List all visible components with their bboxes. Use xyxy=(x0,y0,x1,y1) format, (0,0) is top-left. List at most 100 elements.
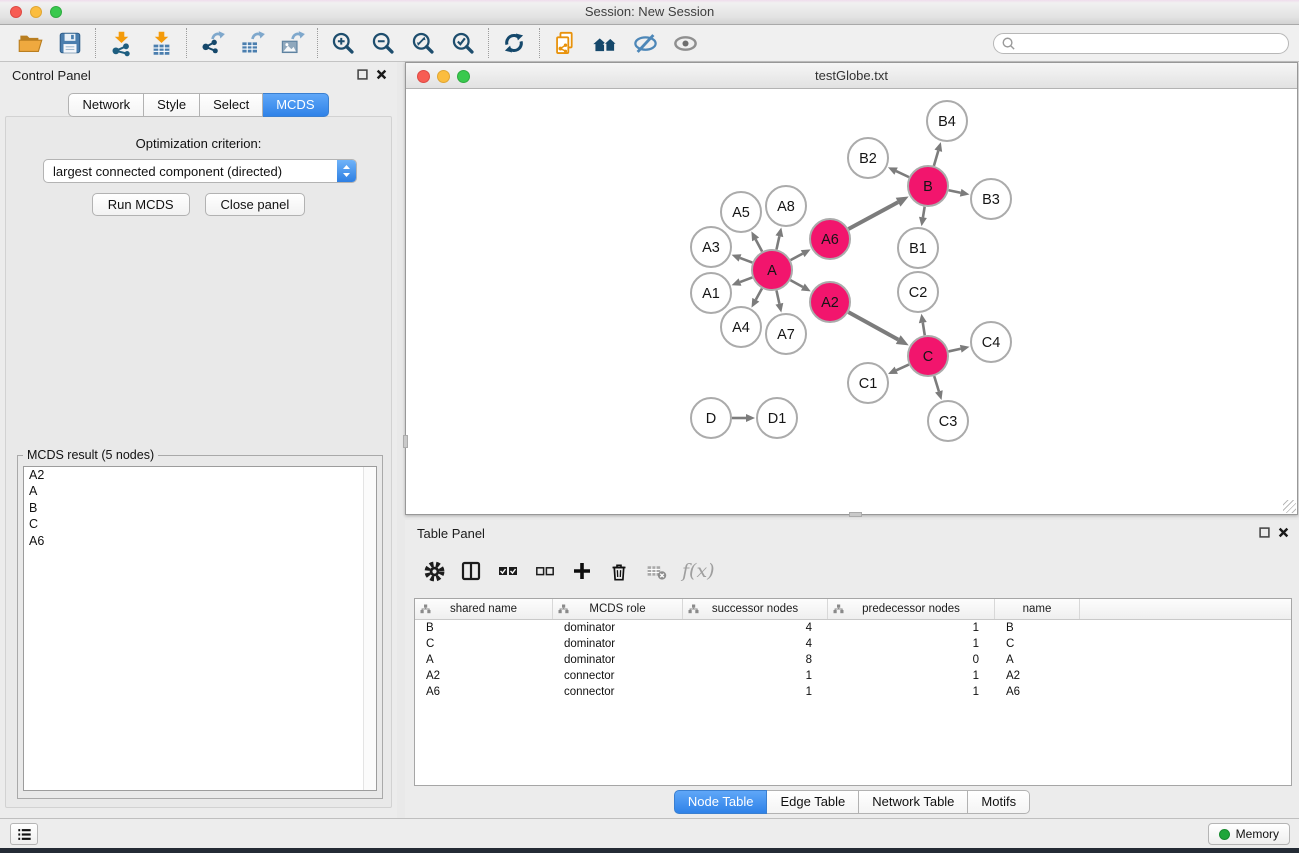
graph-node-B[interactable]: B xyxy=(908,166,948,206)
tab-edge-table[interactable]: Edge Table xyxy=(767,790,859,814)
table-options-button[interactable] xyxy=(421,558,447,584)
table-cell[interactable]: A2 xyxy=(415,670,553,682)
graph-edge-A-A4[interactable] xyxy=(752,288,762,307)
tab-select[interactable]: Select xyxy=(200,93,263,117)
mcds-result-item[interactable]: A xyxy=(24,483,376,499)
graph-edge-D-D1[interactable] xyxy=(732,414,755,422)
graph-node-A8[interactable]: A8 xyxy=(766,186,806,226)
graph-edge-B-B4[interactable] xyxy=(934,142,942,166)
network-close-button[interactable] xyxy=(417,70,430,83)
network-maximize-button[interactable] xyxy=(457,70,470,83)
zoom-out-button[interactable] xyxy=(363,26,403,60)
graph-node-A5[interactable]: A5 xyxy=(721,192,761,232)
graph-node-C[interactable]: C xyxy=(908,336,948,376)
apply-layout-button[interactable] xyxy=(494,26,534,60)
graph-node-D1[interactable]: D1 xyxy=(757,398,797,438)
graph-node-A7[interactable]: A7 xyxy=(766,314,806,354)
search-input[interactable] xyxy=(1016,35,1281,52)
mcds-result-item[interactable]: B xyxy=(24,500,376,516)
graph-node-C3[interactable]: C3 xyxy=(928,401,968,441)
table-cell[interactable]: C xyxy=(415,638,553,650)
hide-selected-button[interactable] xyxy=(625,26,665,60)
close-panel-icon[interactable] xyxy=(1278,527,1289,538)
zoom-selected-button[interactable] xyxy=(443,26,483,60)
task-history-button[interactable] xyxy=(10,823,38,845)
graph-node-D[interactable]: D xyxy=(691,398,731,438)
zoom-in-button[interactable] xyxy=(323,26,363,60)
graph-edge-C-C2[interactable] xyxy=(919,314,927,336)
table-cell[interactable]: dominator xyxy=(553,622,683,634)
mcds-result-item[interactable]: A2 xyxy=(24,467,376,483)
table-cell[interactable]: 1 xyxy=(828,670,995,682)
table-cell[interactable]: A2 xyxy=(995,670,1080,682)
graph-node-B4[interactable]: B4 xyxy=(927,101,967,141)
tab-node-table[interactable]: Node Table xyxy=(674,790,768,814)
graph-edge-A-A3[interactable] xyxy=(732,254,753,262)
export-table-button[interactable] xyxy=(232,26,272,60)
tab-network-table[interactable]: Network Table xyxy=(859,790,968,814)
import-network-button[interactable] xyxy=(101,26,141,60)
graph-node-A6[interactable]: A6 xyxy=(810,219,850,259)
graph-edge-C-C3[interactable] xyxy=(934,376,943,400)
open-file-button[interactable] xyxy=(10,26,50,60)
graph-edge-A-A7[interactable] xyxy=(775,291,783,313)
mcds-result-item[interactable]: A6 xyxy=(24,533,376,549)
tab-motifs[interactable]: Motifs xyxy=(968,790,1030,814)
graph-edge-A-A8[interactable] xyxy=(775,227,783,249)
import-table-button[interactable] xyxy=(141,26,181,60)
table-cell[interactable]: A6 xyxy=(415,686,553,698)
run-mcds-button[interactable]: Run MCDS xyxy=(92,193,190,216)
column-header-mcds-role[interactable]: MCDS role xyxy=(553,599,683,619)
table-row[interactable]: A2connector11A2 xyxy=(415,668,1291,684)
network-minimize-button[interactable] xyxy=(437,70,450,83)
delete-table-button[interactable] xyxy=(643,558,669,584)
graph-node-C4[interactable]: C4 xyxy=(971,322,1011,362)
graph-node-A3[interactable]: A3 xyxy=(691,227,731,267)
graph-node-C1[interactable]: C1 xyxy=(848,363,888,403)
table-cell[interactable]: 1 xyxy=(828,622,995,634)
graph-edge-A-A5[interactable] xyxy=(751,231,762,251)
mcds-result-item[interactable]: C xyxy=(24,516,376,532)
table-cell[interactable]: C xyxy=(995,638,1080,650)
table-cell[interactable]: A xyxy=(995,654,1080,666)
table-cell[interactable]: 1 xyxy=(683,686,828,698)
table-cell[interactable]: dominator xyxy=(553,638,683,650)
maximize-window-button[interactable] xyxy=(50,6,62,18)
close-panel-icon[interactable] xyxy=(376,69,387,80)
column-header-predecessor-nodes[interactable]: predecessor nodes xyxy=(828,599,995,619)
add-column-button[interactable] xyxy=(569,558,595,584)
graph-node-A2[interactable]: A2 xyxy=(810,282,850,322)
graph-edge-A-A6[interactable] xyxy=(791,249,811,260)
show-all-button[interactable] xyxy=(665,26,705,60)
column-header-shared-name[interactable]: shared name xyxy=(415,599,553,619)
table-row[interactable]: Cdominator41C xyxy=(415,636,1291,652)
column-header-successor-nodes[interactable]: successor nodes xyxy=(683,599,828,619)
table-cell[interactable]: A xyxy=(415,654,553,666)
select-all-button[interactable] xyxy=(495,558,521,584)
graph-node-B1[interactable]: B1 xyxy=(898,228,938,268)
table-cell[interactable]: 1 xyxy=(828,638,995,650)
export-network-button[interactable] xyxy=(192,26,232,60)
tab-style[interactable]: Style xyxy=(144,93,200,117)
close-window-button[interactable] xyxy=(10,6,22,18)
float-panel-icon[interactable] xyxy=(357,69,368,80)
new-network-from-selection-button[interactable] xyxy=(545,26,585,60)
table-row[interactable]: A6connector11A6 xyxy=(415,684,1291,700)
float-panel-icon[interactable] xyxy=(1259,527,1270,538)
table-cell[interactable]: 0 xyxy=(828,654,995,666)
first-neighbors-button[interactable] xyxy=(585,26,625,60)
table-cell[interactable]: 4 xyxy=(683,622,828,634)
graph-edge-C-C1[interactable] xyxy=(888,365,909,374)
table-cell[interactable]: B xyxy=(415,622,553,634)
network-canvas[interactable]: B4B2BB3B1A5A8A6A3AA1A2C2A4A7C4CC1C3DD1 xyxy=(406,89,1297,514)
table-cell[interactable]: B xyxy=(995,622,1080,634)
graph-node-A1[interactable]: A1 xyxy=(691,273,731,313)
table-cell[interactable]: 8 xyxy=(683,654,828,666)
function-builder-button[interactable]: f(x) xyxy=(680,558,715,584)
minimize-window-button[interactable] xyxy=(30,6,42,18)
save-session-button[interactable] xyxy=(50,26,90,60)
memory-button[interactable]: Memory xyxy=(1208,823,1290,845)
table-row[interactable]: Adominator80A xyxy=(415,652,1291,668)
unselect-all-button[interactable] xyxy=(532,558,558,584)
graph-node-A[interactable]: A xyxy=(752,250,792,290)
